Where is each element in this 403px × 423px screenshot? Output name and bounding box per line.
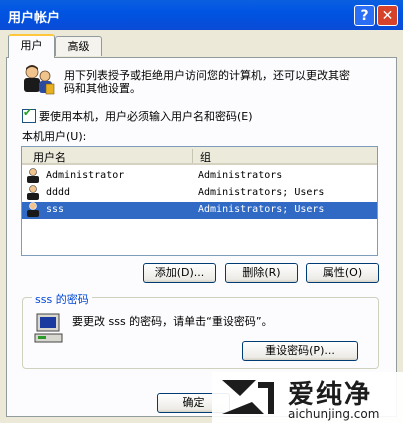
column-separator[interactable] bbox=[192, 149, 193, 163]
tab-users[interactable]: 用户 bbox=[8, 34, 55, 58]
row-username: dddd bbox=[46, 187, 71, 198]
users-icon bbox=[24, 65, 55, 95]
table-row[interactable]: dddd Administrators; Users bbox=[22, 185, 377, 202]
remove-user-button[interactable]: 删除(R) bbox=[225, 263, 298, 283]
add-user-button[interactable]: 添加(D)... bbox=[143, 263, 216, 283]
tab-advanced[interactable]: 高级 bbox=[55, 36, 102, 56]
intro-line-2: 码和其他设置。 bbox=[64, 82, 141, 95]
properties-button[interactable]: 属性(O) bbox=[306, 263, 379, 283]
user-icon bbox=[27, 202, 39, 217]
help-button[interactable]: ? bbox=[354, 5, 375, 26]
window-title: 用户帐户 bbox=[8, 11, 61, 26]
row-group: Administrators bbox=[198, 170, 283, 181]
password-hint-text: 要更改 sss 的密码，请单击“重设密码”。 bbox=[72, 315, 273, 328]
require-login-label[interactable]: 要使用本机，用户必须输入用户名和密码(E) bbox=[39, 108, 253, 124]
computer-password-icon bbox=[34, 313, 63, 343]
watermark-url: aichunjing.com bbox=[288, 407, 380, 421]
close-button[interactable]: ✕ bbox=[377, 5, 398, 26]
table-row-selected[interactable]: sss Administrators; Users bbox=[22, 202, 377, 219]
row-username: Administrator bbox=[46, 170, 125, 181]
watermark-brand: 爱纯净 bbox=[288, 380, 373, 410]
row-username: sss bbox=[46, 204, 65, 215]
users-list-label: 本机用户(U): bbox=[22, 130, 87, 143]
row-group: Administrators; Users bbox=[198, 187, 325, 198]
user-icon bbox=[27, 185, 39, 200]
title-bar[interactable] bbox=[0, 0, 403, 30]
column-header-username[interactable]: 用户名 bbox=[33, 149, 66, 165]
row-group: Administrators; Users bbox=[198, 204, 325, 215]
column-header-group[interactable]: 组 bbox=[200, 149, 211, 165]
table-row[interactable]: Administrator Administrators bbox=[22, 168, 377, 185]
password-group-title: sss 的密码 bbox=[32, 291, 92, 307]
watermark: 爱纯净 aichunjing.com bbox=[212, 372, 403, 423]
checkmark-icon: ✔ bbox=[23, 106, 33, 119]
reset-password-button[interactable]: 重设密码(P)... bbox=[242, 341, 358, 361]
user-icon bbox=[27, 168, 39, 183]
watermark-logo-icon bbox=[222, 380, 274, 414]
